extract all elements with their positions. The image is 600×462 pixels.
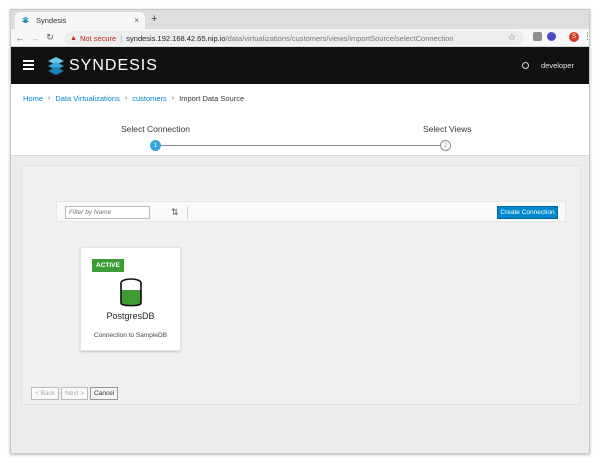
brand-name: SYNDESIS: [69, 57, 158, 74]
syndesis-logo-icon: [48, 57, 64, 75]
chevron-right-icon: ›: [124, 95, 128, 102]
extension-icon[interactable]: [533, 32, 542, 41]
create-connection-button[interactable]: Create Connection: [497, 206, 558, 219]
connection-card[interactable]: ACTIVE PostgresDB Connection to SampleDB: [80, 247, 181, 351]
extension-icon-2[interactable]: [547, 32, 556, 41]
sort-alpha-icon[interactable]: ⇅: [171, 206, 179, 218]
tab-strip: Syndesis × +: [11, 10, 589, 29]
breadcrumb-data-virtualizations[interactable]: Data Virtualizations: [55, 94, 119, 103]
tab-close-icon[interactable]: ×: [134, 16, 139, 25]
breadcrumb-customers[interactable]: customers: [132, 94, 167, 103]
connection-list-panel: ⇅ Create Connection ACTIVE PostgresDB Co…: [21, 165, 581, 405]
next-button[interactable]: Next >: [61, 387, 89, 400]
database-icon: [120, 278, 142, 307]
url-path: /data/virtualizations/customers/views/im…: [225, 33, 454, 43]
url-bar[interactable]: ▲ Not secure | syndesis.192.168.42.65.ni…: [64, 31, 524, 45]
back-arrow-icon[interactable]: ←: [14, 33, 26, 43]
breadcrumb-home[interactable]: Home: [23, 94, 43, 103]
new-tab-button[interactable]: +: [151, 13, 157, 25]
connection-name: PostgresDB: [106, 311, 155, 321]
toolbar-divider: [187, 206, 188, 219]
cancel-button[interactable]: Cancel: [90, 387, 119, 400]
breadcrumb: Home › Data Virtualizations › customers …: [23, 94, 244, 103]
wizard-step-2-indicator[interactable]: 2: [440, 140, 451, 151]
chevron-right-icon: ›: [171, 95, 175, 102]
app-header: SYNDESIS developer: [11, 47, 589, 84]
forward-arrow-icon[interactable]: →: [29, 33, 41, 43]
tab-title: Syndesis: [36, 16, 67, 25]
url-host: syndesis.192.168.42.65.nip.io: [126, 33, 226, 43]
wizard-footer: < Back Next > Cancel: [31, 387, 120, 401]
warning-icon: ▲: [70, 34, 77, 42]
syndesis-favicon-icon: [21, 16, 30, 24]
profile-avatar[interactable]: S: [569, 32, 579, 42]
browser-menu-icon[interactable]: ⋮: [583, 31, 589, 42]
wizard-step-1-indicator[interactable]: 1: [150, 140, 161, 151]
user-icon[interactable]: [522, 62, 529, 69]
security-label[interactable]: Not secure: [80, 34, 116, 43]
hamburger-menu-icon[interactable]: [23, 60, 34, 70]
wizard-step-2-label: Select Views: [423, 124, 472, 134]
browser-tab[interactable]: Syndesis ×: [15, 12, 145, 29]
chevron-right-icon: ›: [48, 95, 51, 102]
wizard-progress-line: [155, 145, 447, 146]
browser-window: Syndesis × + ← → ↻ ▲ Not secure | syndes…: [10, 9, 590, 454]
back-button[interactable]: < Back: [31, 387, 60, 400]
filter-by-name-input[interactable]: [65, 206, 150, 219]
wizard-step-1-label: Select Connection: [121, 124, 190, 134]
breadcrumb-current: Import Data Source: [179, 94, 245, 103]
status-badge: ACTIVE: [92, 259, 124, 272]
reload-icon[interactable]: ↻: [44, 32, 56, 43]
url-separator: |: [120, 33, 123, 43]
username[interactable]: developer: [541, 61, 574, 70]
connection-description: Connection to SampleDB: [94, 332, 167, 339]
address-bar-row: ← → ↻ ▲ Not secure | syndesis.192.168.42…: [11, 29, 589, 47]
bookmark-star-icon[interactable]: ☆: [508, 32, 516, 43]
toolbar: ⇅ Create Connection: [56, 201, 566, 222]
page-header: Home › Data Virtualizations › customers …: [11, 84, 589, 156]
